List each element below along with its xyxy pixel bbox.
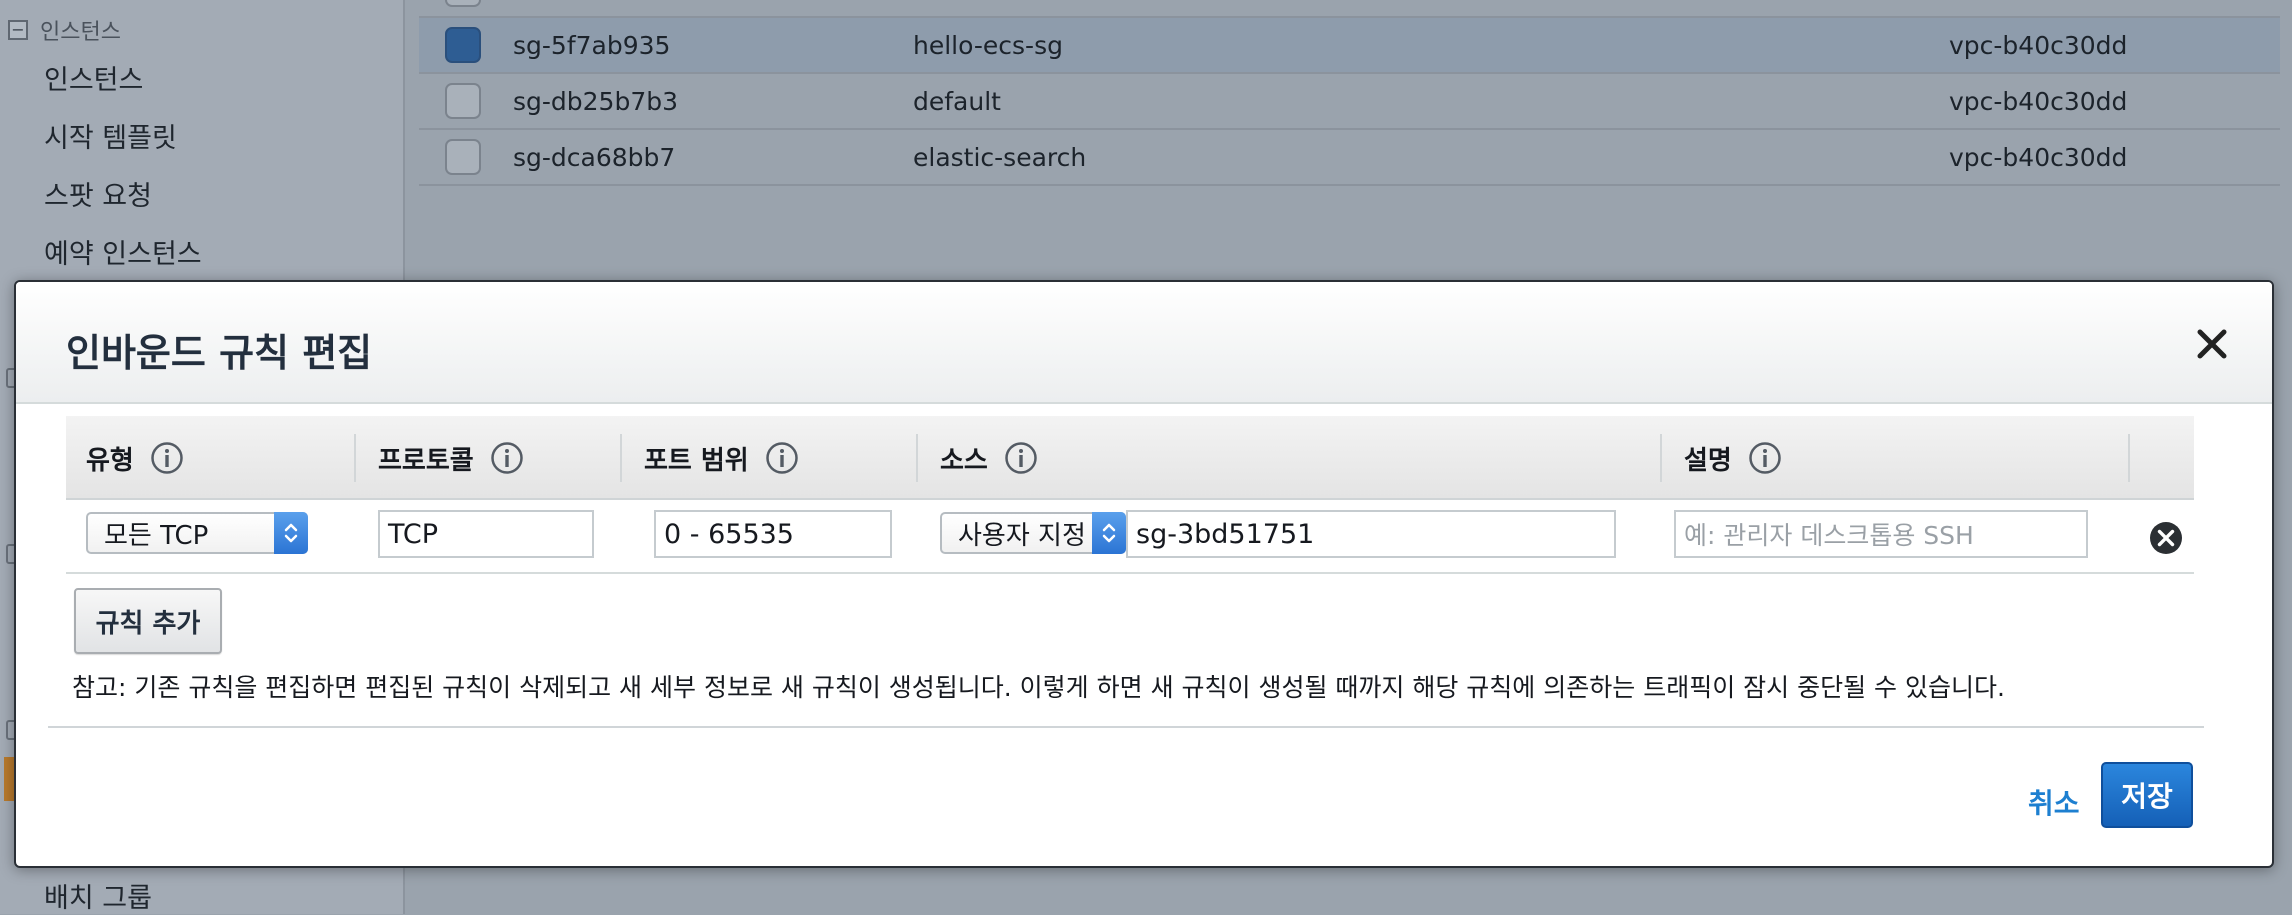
group-id-cell: sg-5f7ab935 [513, 30, 671, 60]
save-button[interactable]: 저장 [2101, 762, 2193, 828]
vpc-id-cell: vpc-b40c30dd [1949, 30, 2128, 60]
source-type-select[interactable]: 사용자 지정 [940, 512, 1126, 554]
edit-inbound-rules-dialog: 인바운드 규칙 편집 유형 프로토콜 포트 범위 소스 설명 모든 TCP TC… [14, 280, 2274, 868]
port-range-field[interactable]: 0 - 65535 [654, 510, 892, 558]
sidebar-item-launch-templates[interactable]: 시작 템플릿 [44, 116, 177, 155]
edit-warning-note: 참고: 기존 규칙을 편집하면 편집된 규칙이 삭제되고 새 세부 정보로 새 … [72, 673, 2005, 702]
footer-divider [48, 726, 2204, 728]
column-label: 설명 [1684, 445, 1732, 476]
vpc-id-cell: vpc-b40c30dd [1949, 86, 2128, 116]
column-header-protocol: 프로토콜 [378, 416, 524, 500]
info-icon[interactable] [765, 441, 799, 475]
column-label: 유형 [86, 445, 134, 476]
group-name-cell: default [913, 86, 1001, 116]
rules-table-header: 유형 프로토콜 포트 범위 소스 설명 [66, 416, 2194, 500]
column-divider [620, 434, 622, 482]
add-rule-button[interactable]: 규칙 추가 [74, 588, 222, 654]
close-icon[interactable] [2192, 324, 2232, 364]
sidebar-item-placement-groups[interactable]: 배치 그룹 [44, 876, 152, 915]
column-divider [2128, 434, 2130, 482]
table-row[interactable] [419, 0, 2280, 18]
column-divider [916, 434, 918, 482]
type-select-value: 모든 TCP [104, 520, 209, 551]
column-header-description: 설명 [1684, 416, 1782, 500]
cancel-button[interactable]: 취소 [2028, 782, 2080, 822]
source-field[interactable]: sg-3bd51751 [1126, 510, 1616, 558]
sidebar-item-spot-requests[interactable]: 스팟 요청 [44, 174, 152, 213]
sidebar-item-instances[interactable]: 인스턴스 [44, 58, 143, 97]
column-label: 프로토콜 [378, 445, 474, 476]
rule-row: 모든 TCP TCP 0 - 65535 사용자 지정 sg-3bd51751 … [66, 502, 2194, 574]
remove-circle-icon[interactable] [2148, 520, 2184, 556]
protocol-field[interactable]: TCP [378, 510, 594, 558]
sidebar-item-reserved-instances[interactable]: 예약 인스턴스 [44, 232, 202, 271]
description-field[interactable]: 예: 관리자 데스크톱용 SSH [1674, 510, 2088, 558]
info-icon[interactable] [1004, 441, 1038, 475]
info-icon[interactable] [150, 441, 184, 475]
collapse-icon[interactable]: − [8, 20, 28, 40]
type-select[interactable]: 모든 TCP [86, 512, 308, 554]
table-row[interactable]: sg-5f7ab935 hello-ecs-sg vpc-b40c30dd [419, 18, 2280, 74]
column-divider [354, 434, 356, 482]
chevron-up-down-icon [274, 512, 308, 554]
group-id-cell: sg-dca68bb7 [513, 142, 676, 172]
info-icon[interactable] [490, 441, 524, 475]
sidebar-section-label: 인스턴스 [40, 20, 121, 45]
column-label: 소스 [940, 445, 988, 476]
info-icon[interactable] [1748, 441, 1782, 475]
dialog-header: 인바운드 규칙 편집 [16, 282, 2272, 404]
group-name-cell: hello-ecs-sg [913, 30, 1063, 60]
table-row[interactable]: sg-db25b7b3 default vpc-b40c30dd [419, 74, 2280, 130]
group-id-cell: sg-db25b7b3 [513, 86, 679, 116]
column-divider [1660, 434, 1662, 482]
column-header-port-range: 포트 범위 [644, 416, 799, 500]
vpc-id-cell: vpc-b40c30dd [1949, 142, 2128, 172]
row-checkbox[interactable] [445, 83, 481, 119]
active-indicator [4, 757, 14, 801]
source-type-select-value: 사용자 지정 [958, 520, 1086, 551]
dialog-title: 인바운드 규칙 편집 [66, 331, 373, 375]
group-name-cell: elastic-search [913, 142, 1087, 172]
sidebar-section-instances[interactable]: − 인스턴스 [8, 14, 121, 46]
column-header-type: 유형 [86, 416, 184, 500]
row-checkbox[interactable] [445, 139, 481, 175]
chevron-up-down-icon [1092, 512, 1126, 554]
row-checkbox[interactable] [445, 27, 481, 63]
table-row[interactable]: sg-dca68bb7 elastic-search vpc-b40c30dd [419, 130, 2280, 186]
column-label: 포트 범위 [644, 445, 749, 476]
row-checkbox[interactable] [445, 0, 481, 7]
column-header-source: 소스 [940, 416, 1038, 500]
